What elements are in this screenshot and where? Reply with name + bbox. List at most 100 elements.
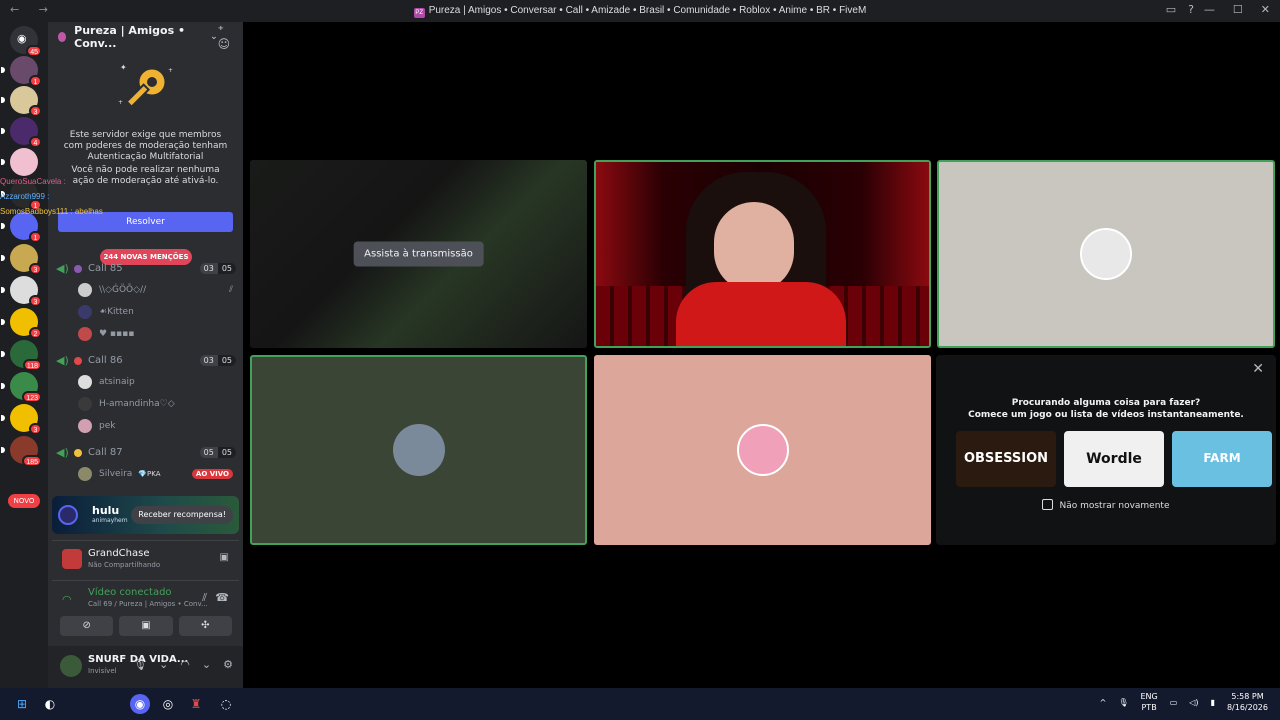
noise-suppression-icon[interactable]: ⫽: [202, 591, 207, 605]
game-icon: [62, 549, 82, 569]
participant-tile[interactable]: [594, 355, 931, 545]
home-button[interactable]: ◉ 45: [10, 26, 42, 57]
help-icon[interactable]: ?: [1188, 3, 1194, 16]
game-taskbar-icon[interactable]: ♜: [186, 694, 206, 714]
app-taskbar-icon[interactable]: ◌: [216, 694, 236, 714]
voice-user[interactable]: atsinaip: [78, 375, 233, 389]
stream-tile[interactable]: Assista à transmissão: [250, 160, 587, 348]
window-title-text: Pureza | Amigos • Conversar • Call • Ami…: [428, 5, 867, 16]
voice-user-name: atsinaip: [99, 377, 135, 387]
lang-primary: ENG: [1140, 692, 1158, 701]
promo-banner[interactable]: hulu animayhem Receber recompensa!: [52, 496, 239, 534]
activity-title-text: Procurando alguma coisa para fazer?: [1011, 398, 1201, 408]
signal-icon[interactable]: ◠: [62, 593, 72, 606]
live-badge: AO VIVO: [191, 469, 233, 479]
screen-share-button-icon[interactable]: ▣: [119, 616, 173, 636]
close-icon[interactable]: ✕: [1252, 361, 1264, 377]
voice-connected-subtitle[interactable]: Call 69 / Pureza | Amigos • Conv...: [88, 600, 208, 608]
home-badge: 45: [26, 45, 42, 57]
server-icon[interactable]: 2: [1, 308, 42, 339]
voice-channel-name: Call 87: [88, 447, 123, 458]
dont-show-again[interactable]: Não mostrar novamente: [936, 499, 1276, 511]
overlay-chat: QueroSuaCavela : Azzaroth999 : SomosBadb…: [0, 174, 103, 219]
server-icon[interactable]: 3: [1, 404, 42, 435]
minimize-icon[interactable]: —: [1204, 3, 1215, 16]
mention-badge: 1: [29, 75, 42, 87]
microphone-icon[interactable]: 🎙: [133, 658, 147, 671]
inbox-icon[interactable]: ▭: [1166, 3, 1176, 16]
gear-icon[interactable]: ⚙: [223, 658, 233, 671]
unread-indicator: [1, 351, 5, 357]
windows-start-icon[interactable]: ⊞: [12, 694, 32, 714]
activities-icon[interactable]: ✣: [178, 616, 232, 636]
voice-user-name: pek: [99, 421, 116, 431]
voice-channel[interactable]: ◀) Call 85 03 05: [56, 262, 236, 275]
voice-user[interactable]: \\◇ĠÖÕ◇// ⫽: [78, 283, 233, 297]
speaker-icon: ◀): [56, 354, 69, 367]
discord-taskbar-icon[interactable]: ◉: [130, 694, 150, 714]
promo-sub: animayhem: [92, 517, 128, 524]
camera-tile[interactable]: [594, 160, 931, 348]
language-indicator[interactable]: ENG PTB: [1140, 691, 1157, 713]
tray-expand-icon[interactable]: ^: [1100, 698, 1107, 707]
voice-user[interactable]: pek: [78, 419, 233, 433]
maximize-icon[interactable]: ☐: [1233, 3, 1243, 16]
chevron-down-icon[interactable]: ⌄: [210, 32, 218, 42]
avatar[interactable]: [60, 655, 82, 677]
voice-user[interactable]: ♥ ▪▪▪▪: [78, 327, 233, 341]
server-icon[interactable]: 118: [1, 340, 42, 371]
voice-user-name: ☙Kitten: [99, 307, 134, 317]
server-icon[interactable]: 1: [1, 56, 42, 87]
activity-card[interactable]: OBSESSION: [956, 431, 1056, 487]
lang-secondary: PTB: [1141, 703, 1157, 712]
server-icon[interactable]: 4: [1, 117, 42, 148]
invite-people-icon[interactable]: ⁺☺: [218, 23, 233, 51]
claim-reward-button[interactable]: Receber recompensa!: [131, 506, 233, 524]
voice-user[interactable]: Silveira 💎PKA AO VIVO: [78, 467, 233, 481]
voice-user[interactable]: ☙Kitten: [78, 305, 233, 319]
app-icon[interactable]: ◐: [40, 694, 60, 714]
camera-off-icon[interactable]: ⊘: [60, 616, 114, 636]
activity-card[interactable]: Wordle: [1064, 431, 1164, 487]
voice-user[interactable]: H-amandinha♡◇: [78, 397, 233, 411]
volume-icon[interactable]: ◁): [1189, 698, 1198, 707]
unread-indicator: [1, 223, 5, 229]
server-icon[interactable]: [1, 148, 38, 176]
participant-tile[interactable]: [250, 355, 587, 545]
mention-badge: 3: [29, 423, 42, 435]
voice-channel[interactable]: ◀) Call 86 03 05: [56, 354, 236, 367]
participant-tile[interactable]: [937, 160, 1275, 348]
user-count: 05 05: [199, 447, 236, 458]
watch-stream-button[interactable]: Assista à transmissão: [353, 241, 484, 267]
server-icon[interactable]: 185: [1, 436, 42, 467]
voice-connected-title[interactable]: Vídeo conectado: [88, 587, 172, 598]
server-icon[interactable]: 3: [1, 276, 42, 307]
chevron-down-icon[interactable]: ⌄: [202, 658, 211, 671]
server-header[interactable]: Pureza | Amigos • Conv... ⌄ ⁺☺: [48, 22, 243, 52]
avatar: [392, 424, 445, 476]
network-icon[interactable]: ▭: [1170, 698, 1178, 707]
voice-channel[interactable]: ◀) Call 87 05 05: [56, 446, 236, 459]
battery-icon[interactable]: ▮: [1211, 698, 1215, 707]
unread-indicator: [1, 67, 5, 73]
disconnect-icon[interactable]: ☎: [215, 591, 229, 604]
game-name: GrandChase: [88, 548, 150, 559]
close-window-icon[interactable]: ✕: [1261, 3, 1270, 16]
deafened-icon: ⫽: [228, 285, 233, 295]
headphones-icon[interactable]: ◠: [180, 658, 190, 671]
steam-icon[interactable]: ◎: [158, 694, 178, 714]
activity-card-label: Wordle: [1086, 451, 1142, 467]
voice-actions: ⊘ ▣ ✣: [60, 616, 232, 636]
clock[interactable]: 5:58 PM 8/16/2026: [1227, 691, 1268, 713]
screen-share-icon[interactable]: ▣: [220, 552, 229, 563]
person-face: [714, 202, 794, 292]
activity-card[interactable]: FARM: [1172, 431, 1272, 487]
server-icon[interactable]: 123: [1, 372, 42, 403]
microphone-icon[interactable]: 🎙: [1118, 698, 1128, 707]
server-icon[interactable]: 3: [1, 86, 42, 117]
unread-indicator: [1, 255, 5, 261]
checkbox[interactable]: [1042, 499, 1054, 510]
chevron-down-icon[interactable]: ⌄: [159, 658, 168, 671]
server-icon[interactable]: 3: [1, 244, 42, 275]
unread-indicator: [1, 287, 5, 293]
